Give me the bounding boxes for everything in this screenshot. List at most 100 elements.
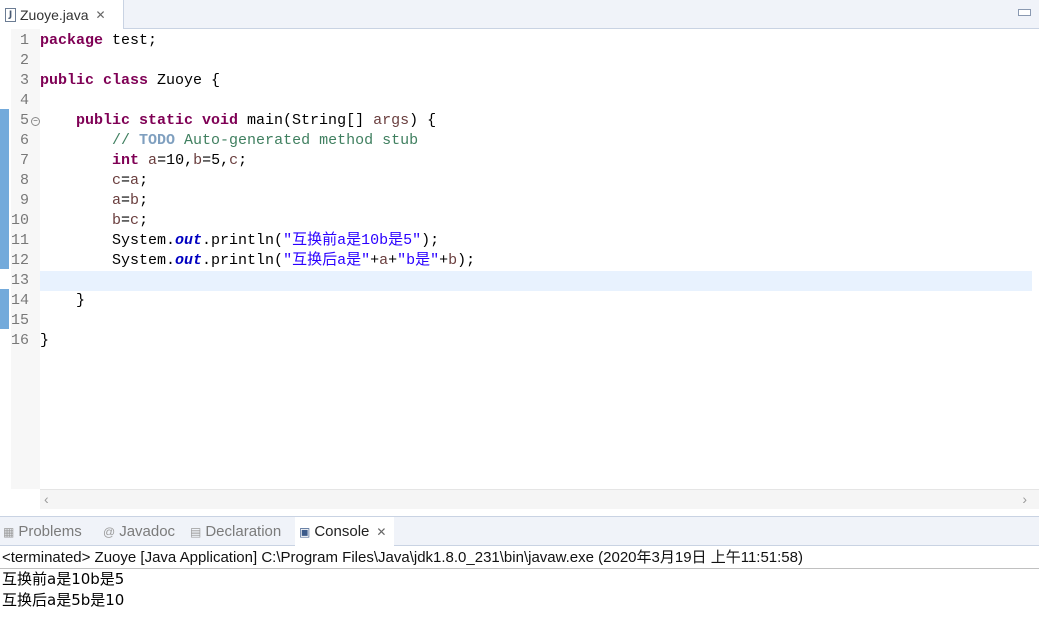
variable: a — [112, 192, 122, 209]
code-line[interactable]: c=a; — [40, 171, 1032, 191]
code-text: System. — [112, 232, 176, 249]
code-line[interactable]: System.out.println("互换后a是"+a+"b是"+b); — [40, 251, 1032, 271]
code-line[interactable]: public static void main(String[] args) { — [40, 111, 1032, 131]
editor-tab-title: Zuoye.java — [20, 6, 89, 23]
declaration-icon: ▤ — [190, 524, 202, 539]
change-indicator — [0, 289, 9, 329]
editor-tab-bar: J Zuoye.java ✕ — [0, 0, 1039, 29]
line-number: 9 — [19, 192, 29, 209]
code-text: + — [439, 252, 449, 269]
variable: b — [130, 192, 140, 209]
collapse-icon[interactable]: − — [31, 117, 40, 126]
string-literal: "b是" — [397, 252, 440, 269]
line-number: 8 — [19, 172, 29, 189]
line-number: 14 — [11, 292, 30, 309]
line-number: 10 — [11, 212, 30, 229]
current-line-highlight[interactable] — [40, 271, 1032, 291]
code-line[interactable]: // TODO Auto-generated method stub — [40, 131, 1032, 151]
code-text: } — [40, 332, 50, 349]
code-text: + — [388, 252, 398, 269]
code-line[interactable]: public class Zuoye { — [40, 71, 1032, 91]
code-line[interactable]: System.out.println("互换前a是10b是5"); — [40, 231, 1032, 251]
problems-icon: ▦ — [3, 524, 15, 539]
minimize-editor-icon[interactable] — [1018, 9, 1031, 16]
code-line[interactable]: int a=10,b=5,c; — [40, 151, 1032, 171]
keyword: int — [112, 152, 140, 169]
console-icon: ▣ — [299, 524, 311, 539]
keyword: public class — [40, 72, 149, 89]
code-line[interactable]: } — [40, 291, 1032, 311]
tab-javadoc[interactable]: @ Javadoc — [103, 517, 175, 546]
line-number: 1 — [19, 32, 29, 49]
code-text: ; — [238, 152, 248, 169]
code-text: } — [76, 292, 86, 309]
line-number-gutter: 1 2 3 4 5 − 6 7 8 9 10 11 12 13 14 15 16 — [11, 29, 40, 489]
code-text: Zuoye { — [148, 72, 221, 89]
tab-console[interactable]: ▣ Console ✕ — [295, 517, 395, 546]
comment: Auto-generated method stub — [175, 132, 419, 149]
line-number: 2 — [19, 52, 29, 69]
tab-problems[interactable]: ▦ Problems — [3, 517, 82, 546]
close-tab-icon[interactable]: ✕ — [95, 8, 105, 22]
tab-label: Declaration — [205, 523, 282, 540]
code-text: ); — [457, 252, 476, 269]
variable: b — [112, 212, 122, 229]
code-text: main(String[] — [238, 112, 374, 129]
code-line[interactable]: package test; — [40, 31, 1032, 51]
code-text: = — [121, 192, 131, 209]
code-text: =10, — [157, 152, 194, 169]
tab-label: Problems — [18, 523, 82, 540]
console-divider — [0, 568, 1039, 569]
console-output-line: 互换后a是5b是10 — [2, 591, 125, 609]
code-editor[interactable]: 1 2 3 4 5 − 6 7 8 9 10 11 12 13 14 15 16… — [0, 29, 1039, 509]
console-output-line: 互换前a是10b是5 — [2, 570, 125, 588]
code-line[interactable]: a=b; — [40, 191, 1032, 211]
variable: c — [130, 212, 140, 229]
code-text: .println( — [202, 232, 284, 249]
string-literal: "互换后a是" — [283, 252, 371, 269]
code-text: test; — [103, 32, 158, 49]
tab-label: Javadoc — [119, 523, 176, 540]
code-text: ) { — [409, 112, 437, 129]
java-file-icon: J — [5, 7, 16, 22]
code-text: ; — [139, 212, 149, 229]
line-number: 4 — [19, 92, 29, 109]
editor-tab-zuoye-java[interactable]: J Zuoye.java ✕ — [0, 0, 124, 29]
string-literal: "互换前a是10b是5" — [283, 232, 422, 249]
keyword: package — [40, 32, 104, 49]
scroll-left-icon[interactable]: ‹ — [44, 490, 49, 508]
line-number: 12 — [11, 252, 30, 269]
tab-declaration[interactable]: ▤ Declaration — [190, 517, 281, 546]
scroll-right-icon[interactable]: › — [1022, 490, 1027, 508]
code-text: ); — [421, 232, 440, 249]
javadoc-icon: @ — [103, 524, 116, 539]
close-console-icon[interactable]: ✕ — [376, 525, 386, 539]
line-number: 6 — [19, 132, 29, 149]
code-text: = — [121, 172, 131, 189]
todo-tag: TODO — [139, 132, 176, 149]
horizontal-scrollbar[interactable]: ‹ › — [40, 489, 1039, 509]
variable: c — [229, 152, 239, 169]
comment: // — [112, 132, 140, 149]
variable: b — [193, 152, 203, 169]
code-text: = — [121, 212, 131, 229]
variable: a — [379, 252, 389, 269]
line-number: 7 — [19, 152, 29, 169]
code-text: =5, — [202, 152, 230, 169]
code-line[interactable]: b=c; — [40, 211, 1032, 231]
parameter: args — [373, 112, 410, 129]
overview-ruler — [0, 29, 11, 489]
code-text: .println( — [202, 252, 284, 269]
code-text: ; — [139, 172, 149, 189]
line-number: 16 — [11, 332, 30, 349]
code-area[interactable]: package test; public class Zuoye { publi… — [40, 29, 1039, 489]
change-indicator — [0, 109, 9, 269]
line-number: 5 — [19, 112, 29, 129]
line-number: 13 — [11, 272, 30, 289]
variable: c — [112, 172, 122, 189]
code-line[interactable]: } — [40, 331, 1032, 351]
line-number: 11 — [11, 232, 30, 249]
variable: b — [448, 252, 458, 269]
keyword: public static void — [76, 112, 239, 129]
variable: a — [130, 172, 140, 189]
